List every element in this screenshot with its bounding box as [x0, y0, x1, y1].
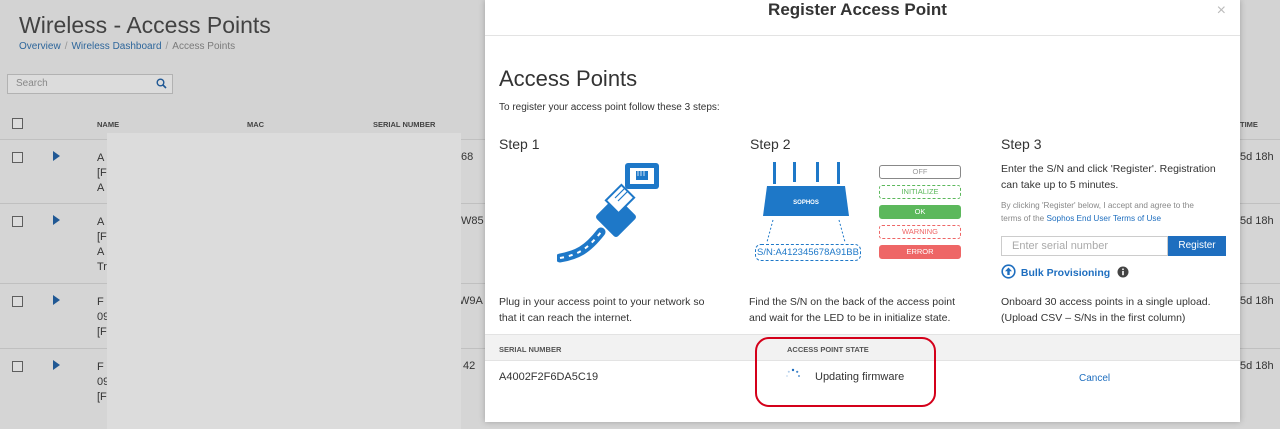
register-access-point-modal: Register Access Point × Access Points To… [485, 0, 1240, 422]
registration-serial: A4002F2F6DA5C19 [499, 371, 599, 383]
terms-of-use-link[interactable]: Sophos End User Terms of Use [1047, 214, 1162, 223]
step-1-title: Step 1 [499, 136, 540, 152]
device-serial-label: S/N:A412345678A91BB [755, 244, 861, 261]
bulk-provisioning[interactable]: Bulk Provisioning [1001, 264, 1129, 282]
led-ok: OK [879, 205, 961, 219]
step-3: Step 3 [1001, 136, 1233, 152]
step-2-title: Step 2 [750, 136, 791, 152]
led-off: OFF [879, 165, 961, 179]
led-initialize: INITIALIZE [879, 185, 961, 199]
section-heading: Access Points [499, 66, 638, 91]
close-icon[interactable]: × [1217, 2, 1226, 20]
step-3-title: Step 3 [1001, 136, 1042, 152]
modal-title: Register Access Point [768, 0, 947, 19]
modal-header: Register Access Point × [485, 0, 1240, 36]
led-warning: WARNING [879, 225, 961, 239]
serial-number-placeholder: Enter serial number [1012, 240, 1108, 252]
register-button[interactable]: Register [1168, 236, 1226, 256]
serial-number-input[interactable]: Enter serial number [1001, 236, 1168, 256]
step-2: Step 2 [750, 136, 982, 152]
info-icon[interactable] [1117, 266, 1129, 281]
led-error: ERROR [879, 245, 961, 259]
device-brand: SOPHOS [793, 200, 819, 206]
column-serial-number: SERIAL NUMBER [499, 345, 562, 354]
section-subheading: To register your access point follow the… [499, 102, 720, 113]
ethernet-cable-icon [557, 163, 659, 263]
upload-icon[interactable] [1001, 264, 1016, 282]
bulk-provisioning-link[interactable]: Bulk Provisioning [1021, 267, 1110, 279]
highlight-annotation [755, 337, 936, 407]
bulk-provisioning-description: Onboard 30 access points in a single upl… [1001, 296, 1211, 324]
step-1-description: Plug in your access point to your networ… [499, 296, 705, 324]
cancel-button[interactable]: Cancel [1079, 373, 1110, 384]
step-1: Step 1 [499, 136, 731, 152]
step-2-description: Find the S/N on the back of the access p… [749, 296, 956, 324]
terms-notice: By clicking 'Register' below, I accept a… [1001, 201, 1194, 223]
step-3-description: Enter the S/N and click 'Register'. Regi… [1001, 163, 1216, 191]
